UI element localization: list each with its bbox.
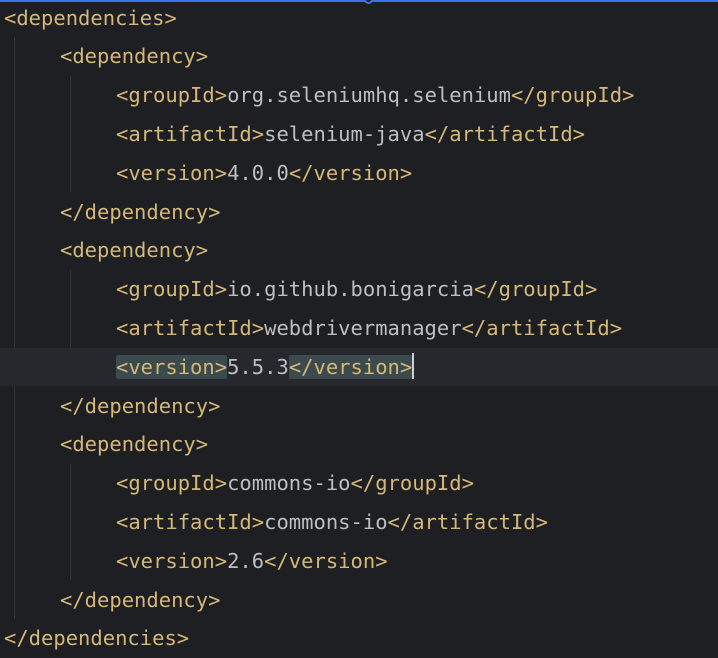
code-line-content: <dependencies> [4, 0, 177, 37]
xml-tag: <dependencies> [4, 5, 177, 30]
code-line[interactable]: </dependency> [0, 581, 718, 620]
xml-text: commons-io [264, 509, 388, 534]
xml-tag: <artifactId> [116, 121, 265, 146]
code-line-content: <version>5.5.3</version> [116, 348, 415, 387]
xml-text: selenium-java [264, 121, 425, 146]
xml-tag: </groupId> [510, 83, 635, 108]
code-line[interactable]: <artifactId>webdrivermanager</artifactId… [0, 309, 718, 348]
code-line-content: <artifactId>commons-io</artifactId> [116, 503, 548, 542]
xml-tag: <groupId> [116, 277, 228, 302]
xml-text: commons-io [227, 471, 351, 496]
xml-tag: </artifactId> [387, 509, 548, 534]
code-line-content: <groupId>org.seleniumhq.selenium</groupI… [116, 76, 634, 115]
code-line[interactable]: <dependency> [0, 231, 718, 270]
code-editor[interactable]: <dependencies> <dependency> <groupId>org.s… [0, 0, 718, 654]
code-line[interactable]: <dependency> [0, 425, 718, 464]
xml-tag: </groupId> [473, 277, 598, 302]
code-line[interactable]: </dependency> [0, 193, 718, 232]
xml-tag: <dependency> [60, 44, 209, 69]
xml-tag: <artifactId> [116, 315, 265, 340]
xml-tag: <artifactId> [116, 509, 265, 534]
xml-tag: <version> [116, 354, 228, 379]
code-line-content: <dependency> [60, 231, 208, 270]
code-line[interactable]: </dependency> [0, 387, 718, 426]
code-line[interactable]: <dependencies> [0, 0, 718, 37]
xml-text: 5.5.3 [227, 354, 289, 379]
xml-tag: </version> [264, 548, 388, 573]
code-line[interactable]: <groupId>commons-io</groupId> [0, 464, 718, 503]
code-line-current[interactable]: <version>5.5.3</version> [0, 347, 718, 387]
code-line[interactable]: <artifactId>commons-io</artifactId> [0, 503, 718, 542]
xml-text: 4.0.0 [227, 160, 289, 185]
xml-tag: </dependencies> [4, 626, 190, 651]
xml-tag: <dependency> [60, 238, 209, 263]
code-line-content: <version>4.0.0</version> [116, 154, 412, 193]
xml-text: io.github.bonigarcia [227, 277, 474, 302]
xml-text: org.seleniumhq.selenium [227, 83, 511, 108]
xml-tag: </groupId> [350, 471, 474, 496]
code-line-content: <groupId>io.github.bonigarcia</groupId> [116, 270, 597, 309]
code-line[interactable]: <groupId>org.seleniumhq.selenium</groupI… [0, 76, 718, 115]
code-line[interactable]: <dependency> [0, 37, 718, 76]
code-line-content: <artifactId>webdrivermanager</artifactId… [116, 309, 622, 348]
code-line[interactable]: <artifactId>selenium-java</artifactId> [0, 115, 718, 154]
code-line[interactable]: </dependencies> [0, 619, 718, 658]
code-line-content: </dependency> [60, 581, 220, 620]
xml-tag: </artifactId> [424, 121, 586, 146]
xml-text: webdrivermanager [264, 315, 462, 340]
code-line[interactable]: <groupId>io.github.bonigarcia</groupId> [0, 270, 718, 309]
code-line[interactable]: <version>2.6</version> [0, 542, 718, 581]
code-line-content: </dependency> [60, 387, 220, 426]
code-line-content: <groupId>commons-io</groupId> [116, 464, 474, 503]
xml-tag: <groupId> [116, 83, 228, 108]
xml-tag: <version> [116, 548, 228, 573]
xml-tag: <version> [116, 160, 228, 185]
code-line-content: </dependency> [60, 193, 220, 232]
code-line-content: </dependencies> [4, 619, 189, 658]
xml-tag: </dependency> [60, 587, 221, 612]
xml-tag: </version> [288, 160, 413, 185]
text-caret [412, 353, 415, 380]
code-line-content: <dependency> [60, 425, 208, 464]
code-line-content: <version>2.6</version> [116, 542, 388, 581]
xml-tag: </version> [288, 354, 413, 379]
code-line-content: <dependency> [60, 37, 208, 76]
xml-tag: <dependency> [60, 432, 209, 457]
xml-tag: </artifactId> [461, 315, 623, 340]
code-line[interactable]: <version>4.0.0</version> [0, 154, 718, 193]
xml-tag: </dependency> [60, 393, 221, 418]
code-line-content: <artifactId>selenium-java</artifactId> [116, 115, 585, 154]
xml-tag: <groupId> [116, 471, 228, 496]
xml-text: 2.6 [227, 548, 265, 573]
xml-tag: </dependency> [60, 199, 221, 224]
